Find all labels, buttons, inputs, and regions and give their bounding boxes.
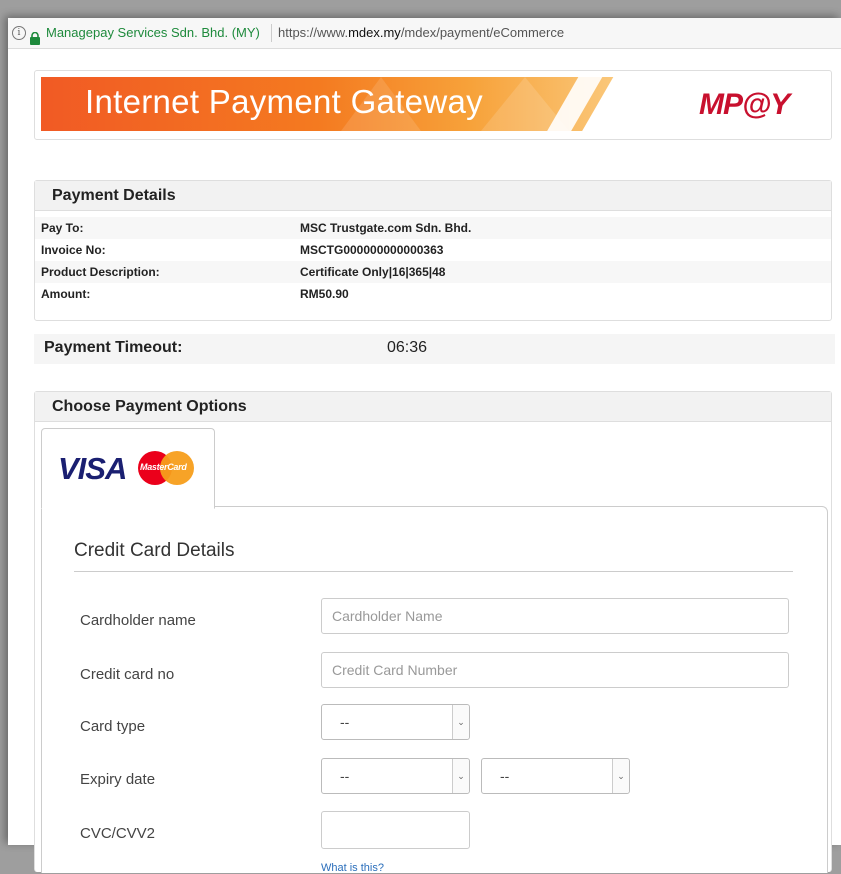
- url-path: /mdex/payment/eCommerce: [400, 25, 565, 40]
- payment-timeout: Payment Timeout: 06:36: [34, 334, 835, 364]
- payment-details-panel: Payment Details Pay To: MSC Trustgate.co…: [34, 180, 832, 321]
- cardholder-name-input[interactable]: [321, 598, 789, 634]
- expiry-year-select[interactable]: -- ⌄: [481, 758, 630, 794]
- credit-card-form: Credit Card Details Cardholder name Cred…: [41, 506, 828, 874]
- info-icon[interactable]: i: [12, 26, 26, 40]
- detail-value: Certificate Only|16|365|48: [300, 265, 446, 279]
- address-bar[interactable]: i Managepay Services Sdn. Bhd. (MY) http…: [8, 18, 841, 49]
- mastercard-label: MasterCard: [140, 462, 187, 472]
- payment-options-panel: Choose Payment Options VISA MasterCard C…: [34, 391, 832, 874]
- url-domain: mdex.my: [348, 25, 401, 40]
- address-separator: [271, 24, 272, 42]
- payment-details-heading: Payment Details: [35, 181, 831, 211]
- detail-value: MSC Trustgate.com Sdn. Bhd.: [300, 221, 472, 235]
- detail-label: Pay To:: [41, 221, 84, 235]
- detail-row-pay-to: Pay To: MSC Trustgate.com Sdn. Bhd.: [35, 217, 831, 239]
- tab-credit-card[interactable]: VISA MasterCard: [41, 428, 215, 509]
- payment-options-heading: Choose Payment Options: [35, 392, 831, 422]
- cvc-label: CVC/CVV2: [80, 825, 156, 842]
- chevron-down-icon: ⌄: [452, 705, 469, 739]
- card-type-select[interactable]: -- ⌄: [321, 704, 470, 740]
- visa-logo: VISA: [58, 451, 127, 486]
- lock-icon[interactable]: [29, 26, 41, 56]
- expiry-month-value: --: [340, 768, 350, 784]
- card-number-label: Credit card no: [80, 666, 175, 683]
- detail-label: Product Description:: [41, 265, 160, 279]
- detail-label: Invoice No:: [41, 243, 106, 257]
- expiry-label: Expiry date: [80, 771, 156, 788]
- expiry-year-value: --: [500, 768, 510, 784]
- url-text[interactable]: https://www.mdex.my/mdex/payment/eCommer…: [278, 18, 564, 48]
- browser-window: i Managepay Services Sdn. Bhd. (MY) http…: [8, 18, 841, 874]
- timeout-countdown: 06:36: [387, 339, 428, 356]
- timeout-label: Payment Timeout:: [44, 339, 183, 356]
- detail-row-description: Product Description: Certificate Only|16…: [35, 261, 831, 283]
- chevron-down-icon: ⌄: [612, 759, 629, 793]
- credit-card-title: Credit Card Details: [74, 540, 235, 561]
- mpay-logo: MP@Y: [699, 88, 790, 121]
- header-banner: Internet Payment Gateway MP@Y: [34, 70, 832, 140]
- card-type-value: --: [340, 714, 350, 730]
- url-prefix: https://www.: [278, 25, 349, 40]
- detail-row-invoice: Invoice No: MSCTG000000000000363: [35, 239, 831, 261]
- cvc-input[interactable]: [321, 811, 470, 849]
- expiry-month-select[interactable]: -- ⌄: [321, 758, 470, 794]
- cvc-help-link[interactable]: What is this?: [321, 862, 384, 874]
- title-divider: [74, 571, 793, 572]
- detail-value: MSCTG000000000000363: [300, 243, 444, 257]
- banner-graphic: Internet Payment Gateway: [41, 77, 655, 131]
- detail-value: RM50.90: [300, 287, 349, 301]
- mastercard-logo: MasterCard: [138, 451, 194, 485]
- banner-title: Internet Payment Gateway: [85, 83, 483, 120]
- cardholder-label: Cardholder name: [80, 612, 196, 629]
- chevron-down-icon: ⌄: [452, 759, 469, 793]
- site-identity[interactable]: Managepay Services Sdn. Bhd. (MY): [46, 18, 260, 48]
- detail-label: Amount:: [41, 287, 91, 301]
- card-number-input[interactable]: [321, 652, 789, 688]
- card-type-label: Card type: [80, 718, 146, 735]
- detail-row-amount: Amount: RM50.90: [35, 283, 831, 305]
